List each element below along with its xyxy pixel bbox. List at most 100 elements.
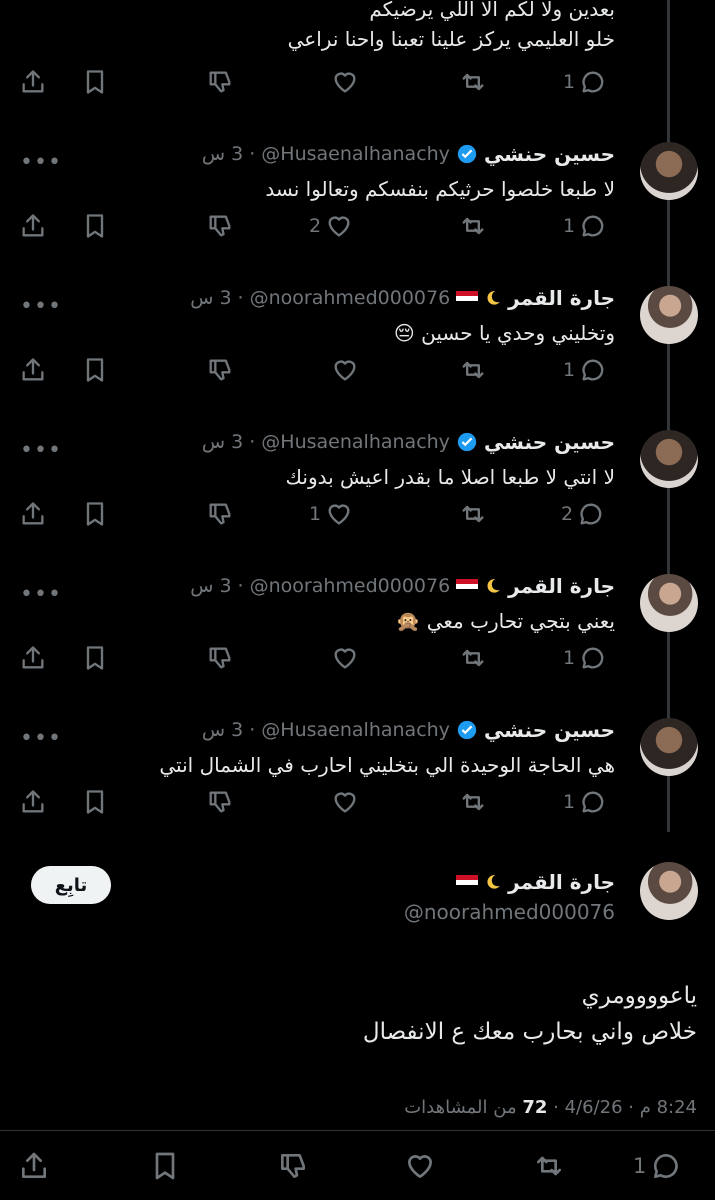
dislike-icon[interactable]	[206, 356, 234, 384]
separator-dot: ·	[249, 431, 256, 453]
bookmark-icon[interactable]	[81, 68, 109, 96]
reply-count: 1	[563, 647, 576, 669]
verified-icon	[457, 432, 477, 452]
egypt-flag-icon	[456, 578, 479, 594]
reply-button[interactable]: 1	[563, 788, 607, 816]
retweet-icon[interactable]	[459, 356, 487, 384]
reply-button[interactable]: 1	[563, 212, 607, 240]
avatar[interactable]	[640, 430, 698, 488]
avatar[interactable]	[640, 286, 698, 344]
timestamp[interactable]: 3 س	[190, 575, 231, 597]
main-author-avatar[interactable]	[640, 862, 698, 920]
bookmark-icon[interactable]	[149, 1150, 181, 1182]
dislike-icon[interactable]	[206, 212, 234, 240]
like-icon	[328, 216, 350, 237]
separator-dot: ·	[622, 1097, 634, 1118]
handle[interactable]: @Husaenalhanachy	[261, 143, 450, 165]
bookmark-icon[interactable]	[81, 788, 109, 816]
previous-tweet-actions: 1	[0, 68, 715, 98]
timestamp[interactable]: 3 س	[202, 719, 243, 741]
main-author-handle[interactable]: @noorahmed000076	[404, 900, 615, 924]
main-tweet-text: ياعوووومري خلاص واني بحارب معك ع الانفصا…	[37, 978, 697, 1050]
like-icon[interactable]	[331, 644, 359, 672]
reply-button[interactable]: 1	[633, 1150, 682, 1182]
separator-dot: ·	[249, 719, 256, 741]
handle[interactable]: @Husaenalhanachy	[261, 431, 450, 453]
handle[interactable]: @noorahmed000076	[250, 287, 451, 309]
reply-button[interactable]: 2	[561, 500, 605, 528]
more-icon[interactable]: •••	[20, 294, 62, 319]
reply-count: 1	[563, 215, 576, 237]
share-icon[interactable]	[19, 212, 47, 240]
timestamp[interactable]: 3 س	[202, 143, 243, 165]
dislike-icon[interactable]	[206, 644, 234, 672]
dislike-icon[interactable]	[206, 500, 234, 528]
like-icon[interactable]	[331, 788, 359, 816]
separator-dot: ·	[249, 143, 256, 165]
retweet-icon[interactable]	[459, 644, 487, 672]
retweet-icon[interactable]	[459, 212, 487, 240]
reply-count: 2	[561, 503, 574, 525]
display-name[interactable]: جارة القمر	[508, 286, 615, 310]
tweet-date[interactable]: 4/6/26	[565, 1097, 623, 1118]
share-icon[interactable]	[19, 356, 47, 384]
views-label[interactable]: من المشاهدات	[404, 1097, 516, 1118]
display-name[interactable]: حسين حنشي	[484, 430, 615, 454]
retweet-icon[interactable]	[459, 788, 487, 816]
dislike-icon[interactable]	[206, 788, 234, 816]
display-name[interactable]: حسين حنشي	[484, 718, 615, 742]
previous-tweet-line-2: خلو العليمي يركز علينا تعبنا واحنا نراعي	[287, 27, 615, 51]
share-icon[interactable]	[19, 788, 47, 816]
bookmark-icon[interactable]	[81, 500, 109, 528]
tweet-time[interactable]: 8:24 م	[640, 1097, 697, 1118]
avatar[interactable]	[640, 142, 698, 200]
like-count: 2	[309, 215, 322, 237]
share-icon[interactable]	[18, 1150, 50, 1182]
more-icon[interactable]: •••	[20, 438, 62, 463]
reply-button[interactable]: 1	[563, 644, 607, 672]
share-icon[interactable]	[19, 68, 47, 96]
more-icon[interactable]: •••	[20, 726, 62, 751]
share-icon[interactable]	[19, 644, 47, 672]
share-icon[interactable]	[19, 500, 47, 528]
handle[interactable]: @Husaenalhanachy	[261, 719, 450, 741]
reply-icon	[582, 647, 604, 669]
more-icon[interactable]: •••	[20, 582, 62, 607]
main-tweet-line-1: ياعوووومري	[581, 983, 697, 1009]
follow-button[interactable]: تابِع	[31, 866, 111, 904]
reply-icon	[582, 215, 604, 237]
timestamp[interactable]: 3 س	[190, 287, 231, 309]
reply-button[interactable]: 1	[563, 68, 607, 96]
like-icon	[328, 504, 350, 525]
dislike-icon[interactable]	[277, 1150, 309, 1182]
like-button[interactable]: 2	[309, 212, 353, 240]
display-name[interactable]: حسين حنشي	[484, 142, 615, 166]
avatar[interactable]	[640, 718, 698, 776]
dislike-icon[interactable]	[206, 68, 234, 96]
reply-icon	[580, 503, 602, 525]
bookmark-icon[interactable]	[81, 212, 109, 240]
retweet-icon[interactable]	[459, 500, 487, 528]
display-name[interactable]: جارة القمر	[508, 574, 615, 598]
like-icon[interactable]	[331, 356, 359, 384]
main-author-name[interactable]: جارة القمر	[508, 870, 615, 894]
handle[interactable]: @noorahmed000076	[250, 575, 451, 597]
bookmark-icon[interactable]	[81, 644, 109, 672]
retweet-icon[interactable]	[533, 1150, 565, 1182]
separator-dot: ·	[547, 1097, 559, 1118]
reply-text: لا طبعا خلصوا حرثيكم بنفسكم وتعالوا نسد	[265, 177, 615, 201]
reply-text: هي الحاجة الوحيدة الي بتخليني احارب في ا…	[159, 753, 615, 777]
views-count[interactable]: 72	[522, 1097, 547, 1118]
moon-icon	[487, 291, 500, 305]
like-icon[interactable]	[404, 1150, 436, 1182]
main-author-name-row[interactable]: جارة القمر	[456, 870, 615, 894]
bookmark-icon[interactable]	[81, 356, 109, 384]
more-icon[interactable]: •••	[20, 150, 62, 175]
like-button[interactable]: 1	[309, 500, 353, 528]
reply-button[interactable]: 1	[563, 356, 607, 384]
reply-count: 1	[563, 71, 576, 93]
timestamp[interactable]: 3 س	[202, 431, 243, 453]
retweet-icon[interactable]	[459, 68, 487, 96]
avatar[interactable]	[640, 574, 698, 632]
like-icon[interactable]	[331, 68, 359, 96]
